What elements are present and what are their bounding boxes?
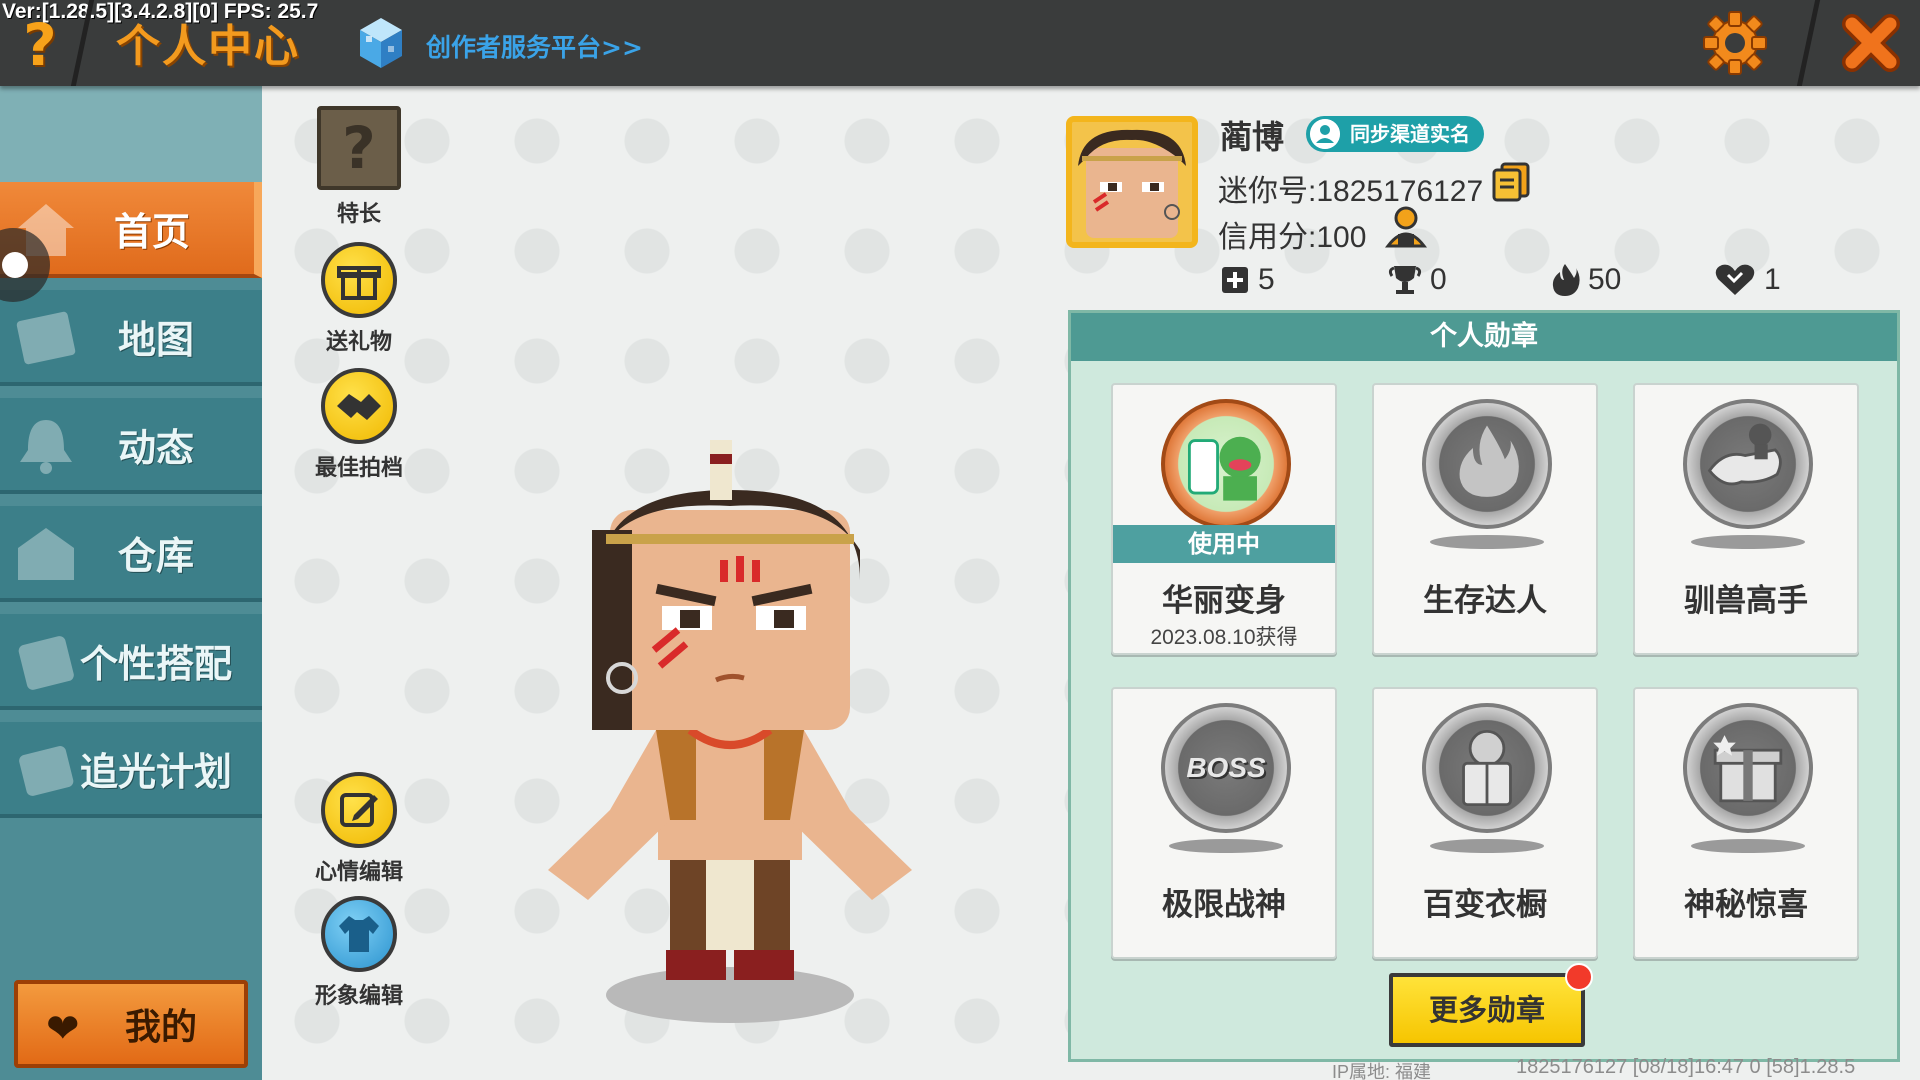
badge-panel: 个人勋章 使用中 华丽变身 2023.08.10获得 生存达人 驯兽高手 BOS… xyxy=(1068,310,1900,1062)
sidebar-item-warehouse[interactable]: 仓库 xyxy=(0,506,262,602)
creator-cube-icon[interactable] xyxy=(358,16,404,70)
badge-card-mystery-surprise[interactable]: 神秘惊喜 xyxy=(1633,687,1859,959)
badge-card-ultimate-warrior[interactable]: BOSS 极限战神 xyxy=(1111,687,1337,959)
stat-fire: 50 xyxy=(1550,258,1621,302)
appearance-edit-label: 形象编辑 xyxy=(314,984,403,1009)
credit-score: 信用分:100 xyxy=(1218,221,1367,254)
transform-medal-icon xyxy=(1161,399,1291,529)
gift-button[interactable]: 送礼物 xyxy=(304,242,414,356)
stat-heart-value: 1 xyxy=(1764,263,1781,296)
sidebar-item-map[interactable]: 地图 xyxy=(0,290,262,386)
copy-icon[interactable] xyxy=(1492,162,1530,202)
notification-dot xyxy=(1565,963,1593,991)
campfire-medal-icon xyxy=(1422,399,1552,529)
badge-in-use-label: 使用中 xyxy=(1113,525,1335,563)
heart-icon xyxy=(1715,264,1755,295)
mine-label: 我的 xyxy=(124,1007,197,1048)
badge-name: 驯兽高手 xyxy=(1684,583,1808,619)
outfit-icon xyxy=(18,636,74,690)
realname-badge-label: 同步渠道实名 xyxy=(1350,122,1470,146)
specialty-button[interactable]: ? 特长 xyxy=(304,106,414,228)
sidebar-item-outfit[interactable]: 个性搭配 xyxy=(0,614,262,710)
user-verified-icon xyxy=(1310,119,1340,149)
stat-trophy: 0 xyxy=(1388,258,1447,302)
map-icon xyxy=(16,311,76,365)
settings-gear-icon[interactable] xyxy=(1702,10,1768,76)
badge-shadow xyxy=(1430,535,1544,549)
shirt-icon xyxy=(321,896,397,972)
handshake-icon xyxy=(321,368,397,444)
avatar[interactable] xyxy=(1066,116,1198,248)
badge-name: 神秘惊喜 xyxy=(1684,887,1808,923)
stat-trophy-value: 0 xyxy=(1430,263,1447,296)
credit-person-icon[interactable] xyxy=(1384,204,1428,250)
badge-card-survival-expert[interactable]: 生存达人 xyxy=(1372,383,1598,655)
stat-fire-value: 50 xyxy=(1588,263,1622,296)
close-icon[interactable] xyxy=(1840,12,1902,74)
sidebar-item-label: 仓库 xyxy=(117,533,194,578)
more-badges-button[interactable]: 更多勋章 xyxy=(1389,963,1593,1047)
footer-debug-info: 1825176127 [08/18]16:47 0 [58]1.28.5 xyxy=(1516,1056,1856,1078)
help-button[interactable]: ? xyxy=(10,14,70,76)
sidebar-item-label: 地图 xyxy=(117,317,194,362)
boss-glyph: BOSS xyxy=(1186,752,1266,783)
horse-rider-medal-icon xyxy=(1683,399,1813,529)
nickname: 蔺博 xyxy=(1220,118,1285,156)
question-box-icon: ? xyxy=(317,106,401,190)
badge-card-beast-tamer[interactable]: 驯兽高手 xyxy=(1633,383,1859,655)
best-partner-label: 最佳拍档 xyxy=(314,456,403,481)
sidebar: 首页 地图 动态 仓库 个性搭配 追光计划 xyxy=(0,86,262,1080)
more-badges-label: 更多勋章 xyxy=(1428,993,1545,1027)
creator-platform-link[interactable]: 创作者服务平台>> xyxy=(426,28,643,64)
sidebar-item-activity[interactable]: 动态 xyxy=(0,398,262,494)
badge-shadow xyxy=(1691,839,1805,853)
mood-edit-label: 心情编辑 xyxy=(314,860,403,885)
fire-icon xyxy=(1552,264,1580,296)
mini-id: 迷你号:1825176127 xyxy=(1218,175,1484,208)
badge-shadow xyxy=(1430,839,1544,853)
mood-edit-button[interactable]: 心情编辑 xyxy=(304,772,414,886)
divider xyxy=(1796,0,1821,86)
badge-card-wardrobe[interactable]: 百变衣橱 xyxy=(1372,687,1598,959)
stat-heart: 1 xyxy=(1714,258,1781,302)
sidebar-item-plan[interactable]: 追光计划 xyxy=(0,722,262,818)
plan-icon xyxy=(19,746,74,796)
badge-card-gorgeous-transform[interactable]: 使用中 华丽变身 2023.08.10获得 xyxy=(1111,383,1337,655)
badge-panel-title: 个人勋章 xyxy=(1071,313,1897,361)
gift-box-medal-icon xyxy=(1683,703,1813,833)
sidebar-item-label: 首页 xyxy=(113,209,190,254)
badge-date: 2023.08.10获得 xyxy=(1150,626,1298,649)
realname-sync-badge[interactable]: 同步渠道实名 xyxy=(1306,116,1484,152)
heart-icon: ❤ xyxy=(46,1006,80,1052)
sidebar-item-label: 动态 xyxy=(117,425,194,470)
plus-box-icon xyxy=(1222,267,1248,293)
appearance-edit-button[interactable]: 形象编辑 xyxy=(304,896,414,1010)
wardrobe-medal-icon xyxy=(1422,703,1552,833)
badge-name: 华丽变身 xyxy=(1162,583,1286,619)
ip-location: IP属地: 福建 xyxy=(1332,1062,1432,1080)
trophy-icon xyxy=(1388,266,1422,294)
sidebar-header xyxy=(0,86,262,182)
specialty-label: 特长 xyxy=(336,202,381,227)
stat-plus: 5 xyxy=(1220,258,1275,302)
bell-icon xyxy=(20,420,72,474)
mine-button[interactable]: ❤ 我的 xyxy=(14,980,248,1068)
badge-shadow xyxy=(1169,839,1283,853)
boss-medal-icon: BOSS xyxy=(1161,703,1291,833)
sidebar-item-label: 个性搭配 xyxy=(79,641,232,686)
player-character-model xyxy=(548,440,912,1023)
warehouse-icon xyxy=(18,528,74,580)
top-bar: Ver:[1.28.5][3.4.2.8][0] FPS: 25.7 ? 个人中… xyxy=(0,0,1920,86)
sidebar-item-label: 追光计划 xyxy=(79,749,232,794)
gift-label: 送礼物 xyxy=(325,330,392,355)
badge-name: 百变衣橱 xyxy=(1423,887,1547,923)
edit-icon xyxy=(321,772,397,848)
gift-icon xyxy=(321,242,397,318)
badge-name: 生存达人 xyxy=(1423,583,1547,619)
page-title: 个人中心 xyxy=(116,21,300,72)
stat-plus-value: 5 xyxy=(1258,263,1275,296)
badge-name: 极限战神 xyxy=(1162,887,1286,923)
best-partner-button[interactable]: 最佳拍档 xyxy=(304,368,414,482)
badge-shadow xyxy=(1691,535,1805,549)
